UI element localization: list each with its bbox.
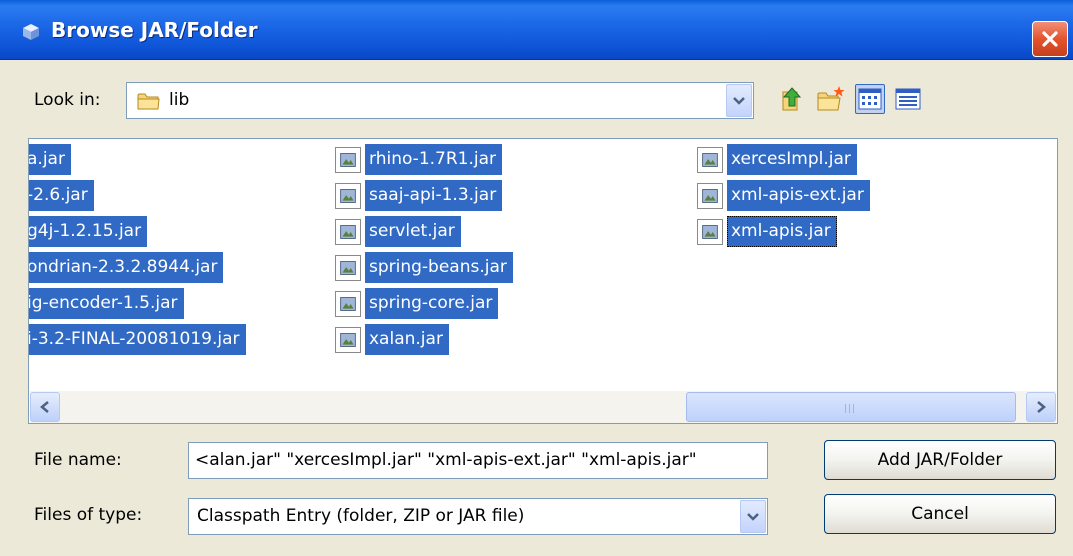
chevron-down-icon: [747, 512, 759, 521]
jar-file-icon: [335, 218, 361, 245]
file-name-text: xml-apis-ext.jar: [727, 180, 870, 211]
jar-file-icon: [335, 290, 361, 317]
file-list-item[interactable]: xml-apis.jar: [697, 216, 837, 247]
file-list-item[interactable]: servlet.jar: [335, 216, 461, 247]
files-of-type-label: Files of type:: [34, 505, 143, 525]
add-jar-folder-button[interactable]: Add JAR/Folder: [824, 440, 1056, 480]
file-list-item[interactable]: spring-core.jar: [335, 288, 499, 319]
scroll-thumb[interactable]: |||: [686, 392, 1016, 422]
file-list-item[interactable]: -2.6.jar: [29, 180, 94, 211]
close-icon: [1042, 31, 1058, 47]
file-name-text: servlet.jar: [365, 216, 461, 247]
jar-file-icon: [697, 218, 723, 245]
jar-file-icon: [335, 182, 361, 209]
chevron-left-icon: [40, 401, 49, 413]
file-list-item[interactable]: i-3.2-FINAL-20081019.jar: [29, 324, 246, 355]
jar-file-icon: [697, 182, 723, 209]
up-one-level-icon[interactable]: [777, 84, 807, 114]
file-list-item[interactable]: g4j-1.2.15.jar: [29, 216, 148, 247]
file-name-input[interactable]: <alan.jar" "xercesImpl.jar" "xml-apis-ex…: [188, 442, 768, 479]
file-name-text: rhino-1.7R1.jar: [365, 144, 503, 175]
chevron-down-icon: [733, 96, 745, 105]
file-list-item[interactable]: xalan.jar: [335, 324, 449, 355]
folder-icon: [137, 93, 160, 110]
look-in-combo[interactable]: lib: [126, 82, 754, 119]
file-name-text: a.jar: [29, 144, 71, 175]
jar-file-icon: [697, 146, 723, 173]
file-list-item[interactable]: xercesImpl.jar: [697, 144, 857, 175]
file-name-text: spring-beans.jar: [365, 252, 513, 283]
file-name-value: <alan.jar" "xercesImpl.jar" "xml-apis-ex…: [195, 450, 697, 470]
file-list-item[interactable]: spring-beans.jar: [335, 252, 513, 283]
window-title: Browse JAR/Folder: [51, 18, 258, 42]
file-name-text: -2.6.jar: [29, 180, 94, 211]
file-name-text: xalan.jar: [365, 324, 449, 355]
files-of-type-value: Classpath Entry (folder, ZIP or JAR file…: [197, 506, 525, 526]
create-new-folder-icon[interactable]: [816, 84, 846, 114]
file-name-text: g4j-1.2.15.jar: [29, 216, 148, 247]
file-name-text: spring-core.jar: [365, 288, 499, 319]
scroll-left-button[interactable]: [30, 392, 60, 422]
java-cube-icon: [23, 24, 39, 40]
details-view-icon[interactable]: [893, 84, 923, 114]
list-view-button[interactable]: [855, 84, 885, 114]
chevron-right-icon: [1037, 401, 1046, 413]
file-list-item[interactable]: a.jar: [29, 144, 71, 175]
list-view-icon: [858, 88, 882, 110]
file-name-text: xercesImpl.jar: [727, 144, 857, 175]
file-name-text: ondrian-2.3.2.8944.jar: [29, 252, 224, 283]
horizontal-scrollbar[interactable]: |||: [30, 391, 1056, 423]
file-list-item[interactable]: rhino-1.7R1.jar: [335, 144, 503, 175]
jar-file-icon: [335, 326, 361, 353]
scroll-right-button[interactable]: [1026, 392, 1056, 422]
title-bar[interactable]: Browse JAR/Folder: [0, 0, 1073, 60]
file-name-text: i-3.2-FINAL-20081019.jar: [29, 324, 246, 355]
look-in-label: Look in:: [34, 90, 101, 110]
file-name-text: ig-encoder-1.5.jar: [29, 288, 184, 319]
file-list-item[interactable]: saaj-api-1.3.jar: [335, 180, 503, 211]
file-name-label: File name:: [34, 450, 122, 470]
files-of-type-combo[interactable]: Classpath Entry (folder, ZIP or JAR file…: [188, 498, 768, 535]
file-list[interactable]: a.jar -2.6.jar g4j-1.2.15.jar ondrian-2.3.2…: [28, 138, 1058, 424]
look-in-dropdown-button[interactable]: [726, 84, 752, 117]
jar-file-icon: [335, 254, 361, 281]
file-list-item[interactable]: ondrian-2.3.2.8944.jar: [29, 252, 224, 283]
files-of-type-dropdown-button[interactable]: [740, 500, 766, 533]
file-name-text: xml-apis.jar: [727, 216, 837, 247]
close-button[interactable]: [1032, 21, 1068, 57]
cancel-button[interactable]: Cancel: [824, 494, 1056, 534]
file-list-item[interactable]: ig-encoder-1.5.jar: [29, 288, 184, 319]
file-name-text: saaj-api-1.3.jar: [365, 180, 503, 211]
look-in-value: lib: [169, 90, 190, 110]
jar-file-icon: [335, 146, 361, 173]
file-list-item[interactable]: xml-apis-ext.jar: [697, 180, 870, 211]
